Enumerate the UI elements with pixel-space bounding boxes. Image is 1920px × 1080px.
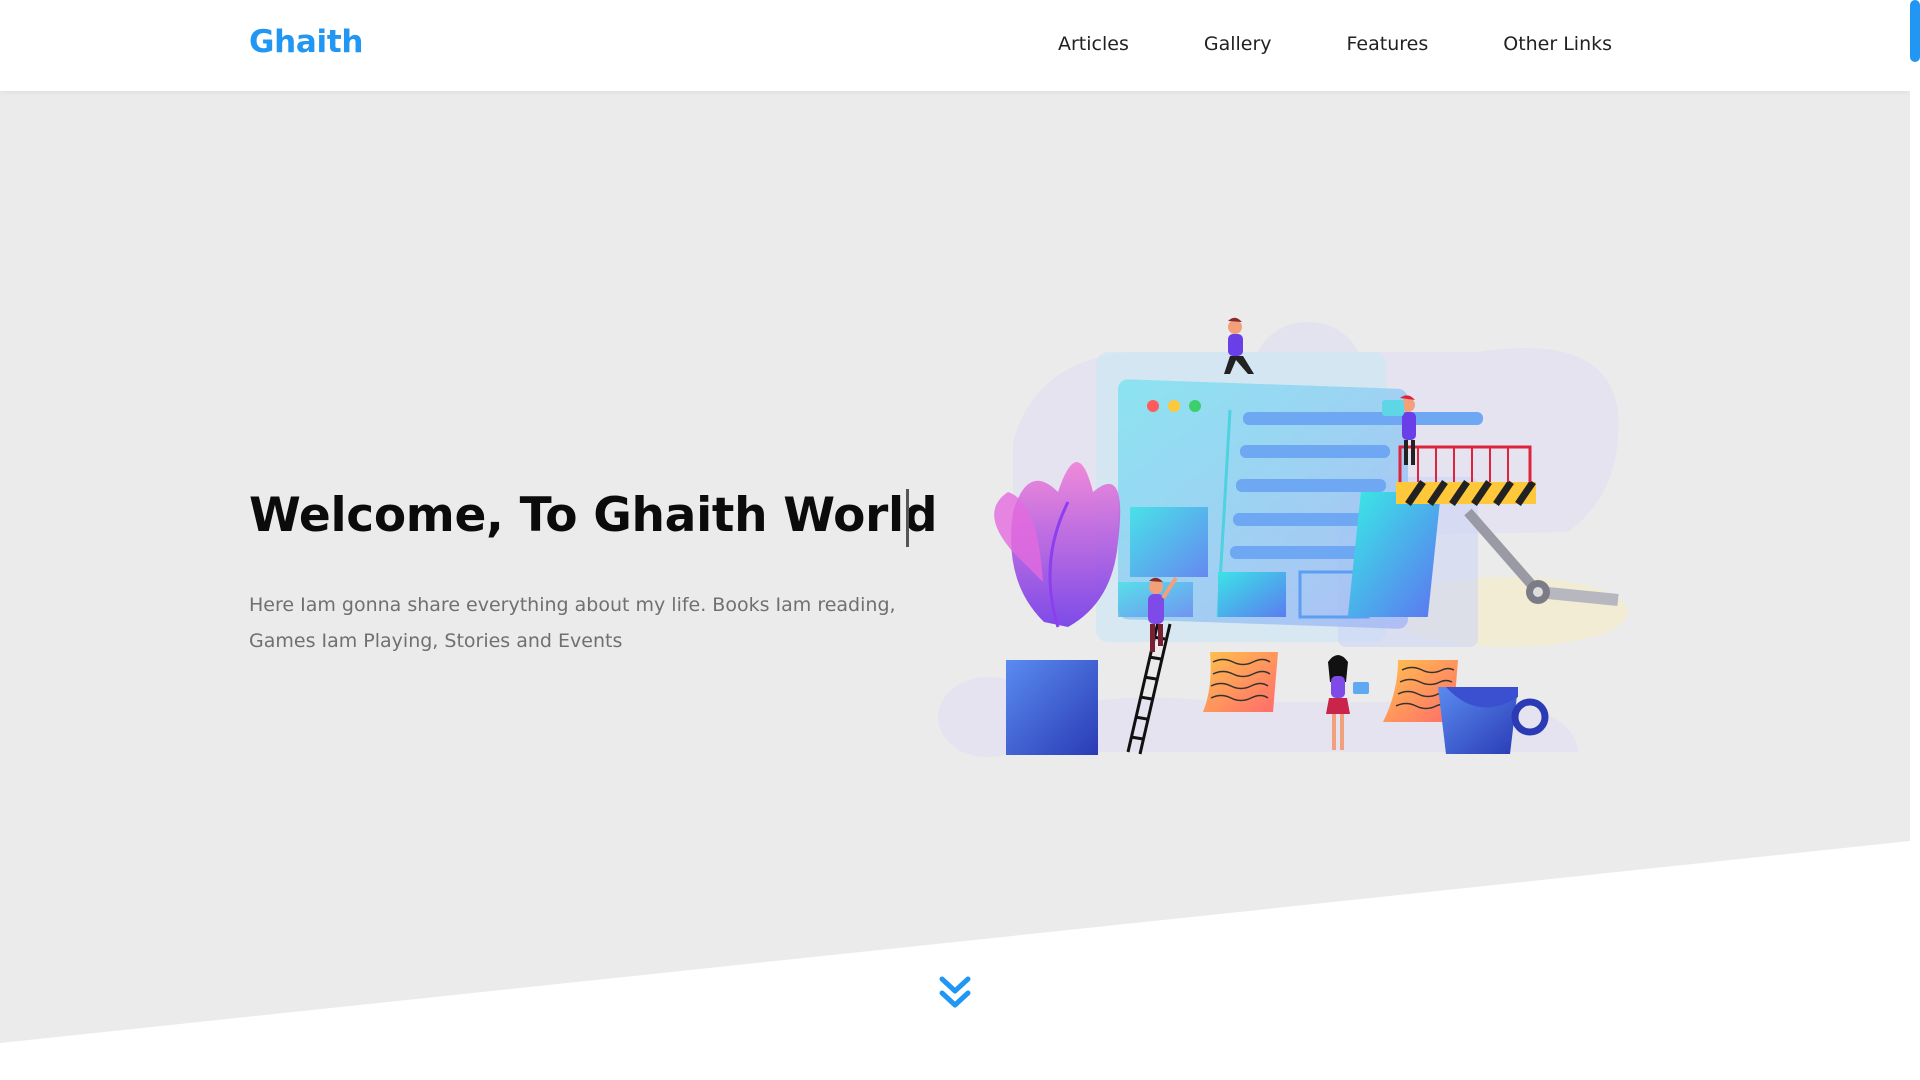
hero-title: Welcome, To Ghaith World xyxy=(249,488,938,543)
site-logo[interactable]: Ghaith xyxy=(249,24,363,60)
hero-illustration xyxy=(938,317,1628,757)
nav-link-articles[interactable]: Articles xyxy=(1058,33,1129,55)
scrollbar-thumb[interactable] xyxy=(1910,0,1920,62)
nav-link-features[interactable]: Features xyxy=(1347,33,1429,55)
double-chevron-down-icon[interactable] xyxy=(935,973,975,1013)
nav-link-gallery[interactable]: Gallery xyxy=(1204,33,1272,55)
typing-cursor xyxy=(906,489,909,547)
hero-subtitle: Here Iam gonna share everything about my… xyxy=(249,594,896,652)
hero-section: Welcome, To Ghaith World Here Iam gonna … xyxy=(0,0,1910,1080)
main-nav: Articles Gallery Features Other Links xyxy=(1058,33,1612,55)
scrollbar[interactable] xyxy=(1910,0,1920,1080)
nav-link-other-links[interactable]: Other Links xyxy=(1503,33,1612,55)
site-header: Ghaith Articles Gallery Features Other L… xyxy=(0,0,1910,91)
